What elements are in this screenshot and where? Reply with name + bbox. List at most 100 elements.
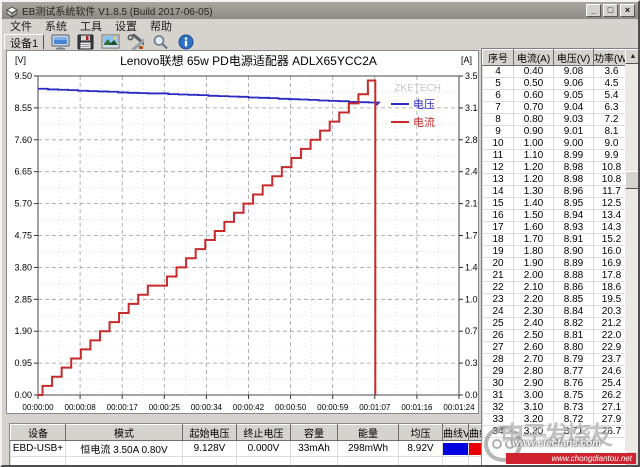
app-icon [5, 5, 18, 18]
table-cell: 9.03 [553, 113, 594, 126]
status-header: 模式 [65, 424, 183, 441]
save-icon[interactable] [74, 33, 97, 50]
title-bar[interactable]: EB测试系统软件 V1.8.5 (Build 2017-06-05) _ □ × [2, 2, 638, 19]
device-tab[interactable]: 设备1 [4, 34, 45, 50]
svg-text:00:01:16: 00:01:16 [401, 403, 433, 412]
minimize-button[interactable]: _ [586, 4, 601, 17]
curve-v-color-chip [443, 442, 468, 455]
image-icon[interactable] [99, 33, 122, 50]
status-header: 起始电压 [182, 424, 237, 441]
svg-text:8.55: 8.55 [14, 103, 32, 113]
search-icon[interactable] [149, 33, 172, 50]
menu-item[interactable]: 工具 [80, 18, 102, 34]
table-cell: 29 [482, 365, 514, 378]
status-value: 33mAh [290, 440, 338, 457]
table-cell: 2.20 [513, 293, 554, 306]
table-cell: 8.75 [553, 389, 594, 402]
table-cell: 9.01 [553, 125, 594, 138]
table-row: 12 1.20 8.98 10.8 [482, 161, 630, 174]
table-header: 序号 [482, 49, 514, 66]
svg-text:电流: 电流 [413, 115, 435, 129]
table-cell: 8.98 [553, 173, 594, 186]
monitor-icon[interactable] [49, 33, 72, 50]
table-cell: 1.30 [513, 185, 554, 198]
table-cell: 9.08 [553, 65, 594, 78]
table-cell: 2.80 [513, 365, 554, 378]
table-row: 17 1.60 8.93 14.3 [482, 221, 630, 234]
table-cell: 10 [482, 137, 514, 150]
table-cell: 8.96 [553, 185, 594, 198]
table-cell: 0.50 [513, 77, 554, 90]
svg-text:00:00:00: 00:00:00 [22, 403, 54, 412]
table-cell: 0.80 [513, 113, 554, 126]
svg-text:00:00:25: 00:00:25 [149, 403, 181, 412]
status-header: 终止电压 [236, 424, 291, 441]
tools-icon[interactable] [124, 33, 147, 50]
scroll-thumb[interactable] [625, 171, 638, 189]
svg-text:电压: 电压 [413, 98, 435, 111]
table-cell: 1.80 [513, 245, 554, 258]
status-header: 容量 [290, 424, 338, 441]
status-header: 曲线A [468, 424, 481, 441]
table-cell: 2.60 [513, 341, 554, 354]
table-row: 34 3.30 8.71 28.7 [482, 425, 630, 438]
menu-bar: 文件 系统 工具 设置 帮助 [2, 19, 638, 33]
table-cell: 1.60 [513, 221, 554, 234]
table-scrollbar[interactable]: ▲ ▼ [625, 49, 638, 465]
table-cell: 14 [482, 185, 514, 198]
table-cell: 8.76 [553, 377, 594, 390]
table-cell: 2.90 [513, 377, 554, 390]
scroll-up-icon[interactable]: ▲ [625, 49, 638, 64]
table-cell: 2.10 [513, 281, 554, 294]
menu-item[interactable]: 文件 [10, 18, 32, 34]
table-cell: 8.98 [553, 161, 594, 174]
svg-text:00:00:34: 00:00:34 [191, 403, 223, 412]
table-row: 28 2.70 8.79 23.7 [482, 353, 630, 366]
table-row: 32 3.10 8.73 27.1 [482, 401, 630, 414]
table-row: 10 1.00 9.00 9.0 [482, 137, 630, 150]
svg-text:0.35: 0.35 [465, 358, 478, 368]
close-button[interactable]: × [620, 4, 635, 17]
maximize-button[interactable]: □ [603, 4, 618, 17]
table-row: 29 2.80 8.77 24.6 [482, 365, 630, 378]
curve-a-color-chip [469, 442, 481, 455]
table-cell: 2.50 [513, 329, 554, 342]
status-value: 9.128V [182, 440, 237, 457]
table-cell: 8.81 [553, 329, 594, 342]
table-row: 24 2.30 8.84 20.3 [482, 305, 630, 318]
table-cell: 8.90 [553, 245, 594, 258]
table-cell: 1.20 [513, 173, 554, 186]
svg-text:2.10: 2.10 [465, 199, 478, 209]
svg-text:[V]: [V] [15, 55, 26, 65]
table-cell: 20 [482, 257, 514, 270]
menu-item[interactable]: 设置 [115, 18, 137, 34]
status-value [442, 440, 469, 457]
app-window: EB测试系统软件 V1.8.5 (Build 2017-06-05) _ □ ×… [0, 0, 640, 467]
table-cell: 0.60 [513, 89, 554, 102]
window-title: EB测试系统软件 V1.8.5 (Build 2017-06-05) [22, 7, 213, 18]
table-row: 16 1.50 8.94 13.4 [482, 209, 630, 222]
menu-item[interactable]: 帮助 [150, 18, 172, 34]
status-empty-cell [182, 456, 237, 465]
svg-text:00:00:08: 00:00:08 [65, 403, 97, 412]
scroll-down-icon[interactable]: ▼ [625, 451, 638, 465]
status-empty-cell [337, 456, 399, 465]
table-cell: 8.93 [553, 221, 594, 234]
svg-text:00:00:42: 00:00:42 [233, 403, 265, 412]
info-icon[interactable] [174, 33, 197, 50]
table-cell: 15 [482, 197, 514, 210]
table-cell: 9.05 [553, 89, 594, 102]
svg-text:ZKETECH: ZKETECH [394, 83, 441, 94]
table-cell: 28 [482, 353, 514, 366]
table-cell: 3.30 [513, 425, 554, 438]
table-row: 31 3.00 8.75 26.2 [482, 389, 630, 402]
table-cell: 31 [482, 389, 514, 402]
table-cell: 2.70 [513, 353, 554, 366]
voltage-current-chart: 9.50 8.55 7.60 6.65 5.70 4.75 3.80 2.85 1.90 0.95… [14, 53, 478, 412]
table-cell: 9.04 [553, 101, 594, 114]
menu-item[interactable]: 系统 [45, 18, 67, 34]
table-cell: 17 [482, 221, 514, 234]
table-cell: 24 [482, 305, 514, 318]
svg-text:1.75: 1.75 [465, 231, 478, 241]
status-value: 298mWh [337, 440, 399, 457]
